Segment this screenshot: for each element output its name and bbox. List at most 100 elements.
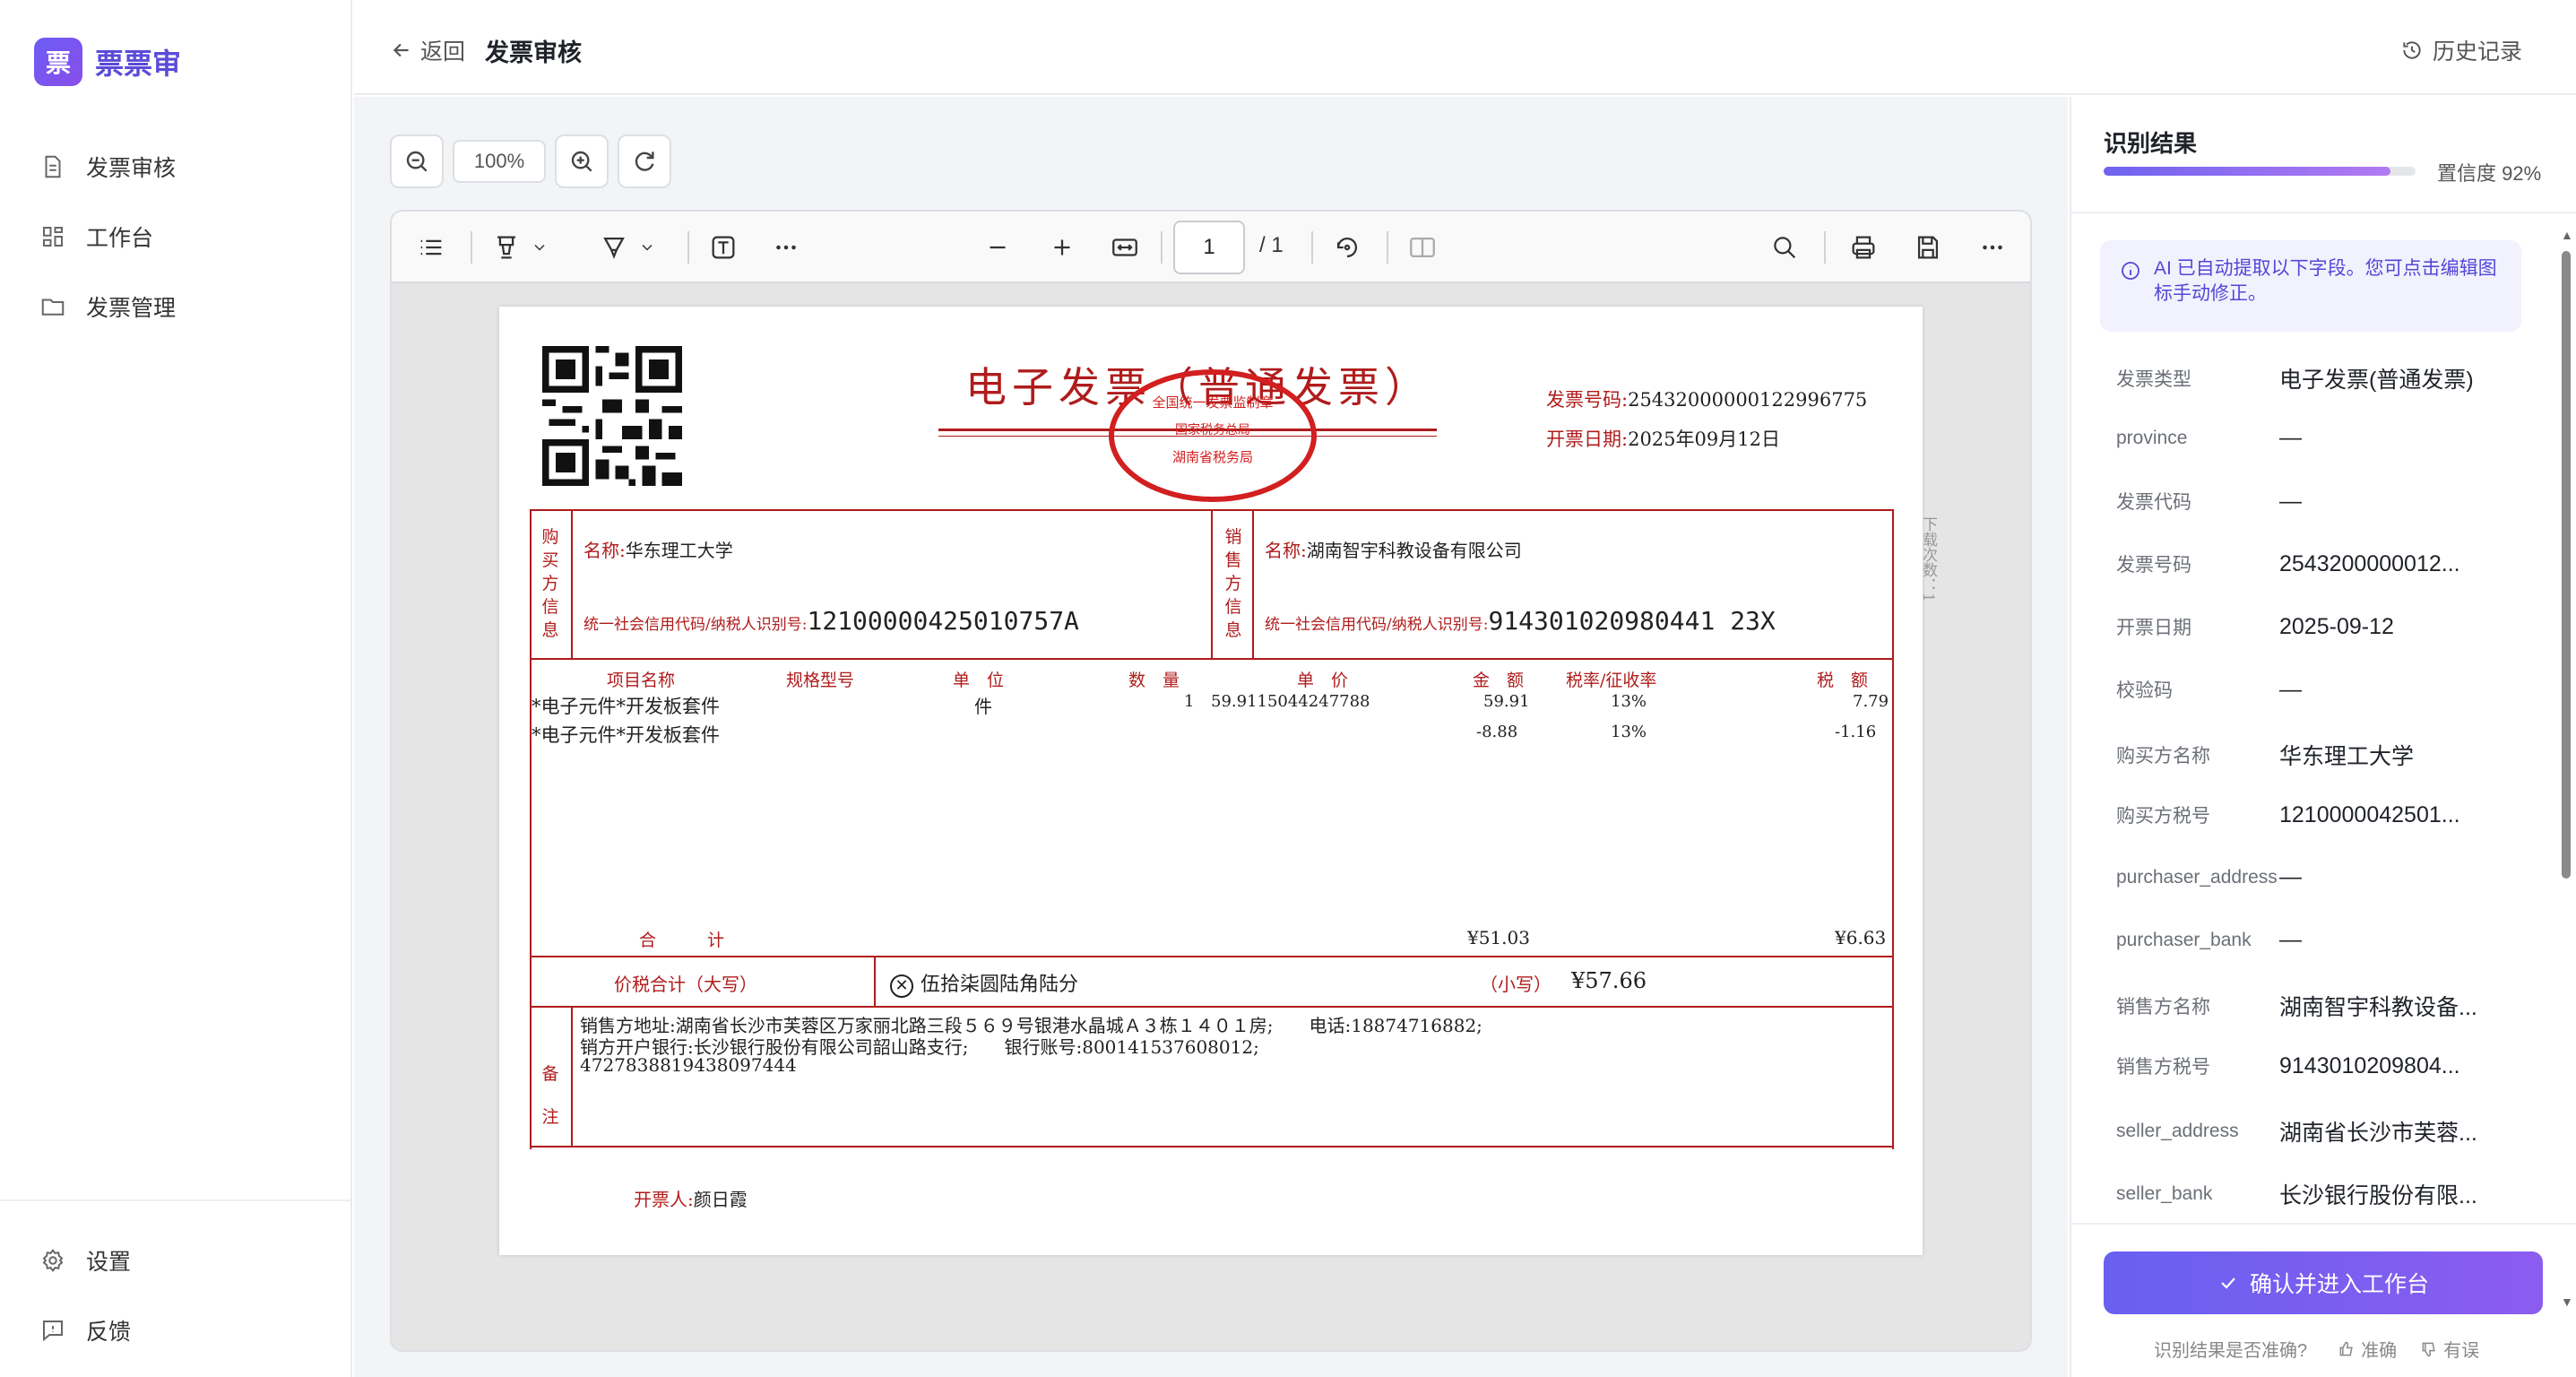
sidebar-item-workbench[interactable]: 工作台 — [39, 221, 153, 253]
col-header: 税 额 — [1817, 671, 1869, 690]
row-unit: 件 — [974, 696, 992, 717]
row-price: 59.9115044247788 — [1211, 692, 1370, 711]
sidebar: 票 票票审 发票审核 工作台 发票管理 设置 反馈 — [0, 0, 352, 1377]
field-row[interactable]: seller_bank 长沙银行股份有限... — [2116, 1178, 2477, 1210]
history-button[interactable]: 历史记录 — [2400, 34, 2522, 66]
field-row[interactable]: 销售方税号 9143010209804... — [2116, 1052, 2460, 1079]
save-button[interactable] — [1908, 228, 1948, 267]
panel-divider — [2071, 212, 2576, 213]
accuracy-feedback: 识别结果是否准确? 准确 有误 — [2154, 1336, 2479, 1362]
highlight-button[interactable] — [487, 228, 526, 267]
results-scrollbar[interactable]: ▲ ▼ — [2560, 224, 2573, 1309]
text-button[interactable] — [704, 228, 743, 267]
total-amount: ¥51.03 — [1467, 927, 1530, 948]
seller-tax-value: 914301020980441 23X — [1488, 606, 1776, 636]
field-key: province — [2116, 427, 2188, 448]
result-title: 识别结果 — [2104, 130, 2198, 157]
search-button[interactable] — [1765, 228, 1804, 267]
buyer-name-label: 名称: — [583, 540, 626, 561]
rotate-button[interactable] — [1327, 228, 1367, 267]
row-item-name: *电子元件*开发板套件 — [532, 724, 720, 746]
field-value: — — [2279, 927, 2302, 952]
remark-bottom-line — [530, 1146, 1894, 1148]
field-key: seller_bank — [2116, 1183, 2213, 1204]
page-view-button[interactable] — [1403, 228, 1442, 267]
field-row[interactable]: 发票号码 2543200000012... — [2116, 550, 2460, 577]
ai-hint-box: AI 已自动提取以下字段。您可点击编辑图标手动修正。 — [2100, 240, 2521, 332]
reset-zoom-button[interactable] — [618, 134, 671, 188]
field-value: 电子发票(普通发票) — [2279, 368, 2474, 393]
fit-width-button[interactable] — [1105, 228, 1145, 267]
print-button[interactable] — [1844, 228, 1883, 267]
page-number-input[interactable]: 1 — [1173, 221, 1245, 274]
result-panel: 识别结果 置信度 92% AI 已自动提取以下字段。您可点击编辑图标手动修正。 … — [2070, 97, 2576, 1377]
scroll-down-icon[interactable]: ▼ — [2561, 1295, 2573, 1309]
sidebar-item-label: 反馈 — [86, 1320, 132, 1345]
confirm-button[interactable]: 确认并进入工作台 — [2104, 1251, 2543, 1314]
more-icon — [1983, 245, 2002, 250]
buyer-tax-id: 统一社会信用代码/纳税人识别号:12100000425010757A — [583, 606, 1079, 636]
field-value: — — [2279, 864, 2302, 889]
sidebar-item-invoice-management[interactable]: 发票管理 — [39, 290, 176, 323]
draw-dropdown[interactable] — [635, 228, 659, 267]
col-header: 金 额 — [1473, 671, 1525, 690]
grand-total-divider — [874, 956, 876, 1008]
sidebar-item-feedback[interactable]: 反馈 — [39, 1314, 131, 1347]
buyer-tax-value: 12100000425010757A — [807, 606, 1079, 636]
page-zoom-out-button[interactable] — [978, 228, 1017, 267]
sidebar-item-invoice-review[interactable]: 发票审核 — [39, 151, 176, 183]
confidence-bar-fill — [2104, 167, 2391, 176]
field-row[interactable]: 销售方名称 湖南智宇科教设备... — [2116, 990, 2477, 1022]
col-header: 税率/征收率 — [1566, 671, 1657, 690]
highlight-dropdown[interactable] — [528, 228, 551, 267]
outline-button[interactable] — [411, 228, 451, 267]
print-icon — [1852, 236, 1875, 259]
feedback-accurate-button[interactable]: 准确 — [2338, 1336, 2397, 1362]
field-row[interactable]: 开票日期 2025-09-12 — [2116, 613, 2394, 640]
grand-small-label: （小写） — [1480, 974, 1552, 995]
zoom-out-button[interactable] — [390, 134, 444, 188]
field-row[interactable]: seller_address 湖南省长沙市芙蓉... — [2116, 1115, 2477, 1148]
page-zoom-in-button[interactable] — [1042, 228, 1082, 267]
field-row[interactable]: 发票类型 电子发票(普通发票) — [2116, 362, 2474, 394]
field-row[interactable]: purchaser_bank — — [2116, 927, 2302, 953]
field-row[interactable]: purchaser_address — — [2116, 864, 2302, 890]
issuer-label: 开票人: — [634, 1189, 694, 1210]
zoom-in-button[interactable] — [555, 134, 609, 188]
field-row[interactable]: 校验码 — — [2116, 676, 2302, 703]
total-label: 合 计 — [639, 931, 725, 950]
scroll-thumb[interactable] — [2562, 251, 2571, 879]
field-key: 校验码 — [2116, 680, 2173, 701]
folder-icon — [41, 299, 65, 316]
field-row[interactable]: province — — [2116, 425, 2302, 451]
thumbs-up-icon — [2339, 1341, 2353, 1355]
arrow-left-icon — [393, 43, 409, 57]
back-button[interactable]: 返回 — [390, 34, 465, 66]
field-key: 发票号码 — [2116, 555, 2191, 576]
field-key: 销售方名称 — [2116, 997, 2210, 1018]
seller-name-label: 名称: — [1265, 540, 1307, 561]
more-options-button[interactable] — [1973, 228, 2012, 267]
field-row[interactable]: 购买方税号 1210000042501... — [2116, 801, 2460, 828]
field-key: 发票代码 — [2116, 492, 2191, 513]
pdf-viewer: 1 / 1 电子发票（普通发票） 全国统一发票监制章 国家税务总局 湖南省税务局… — [390, 210, 2032, 1352]
total-tax: ¥6.63 — [1835, 927, 1887, 948]
draw-button[interactable] — [594, 228, 634, 267]
buyer-name: 名称:华东理工大学 — [583, 536, 733, 562]
feedback-wrong-button[interactable]: 有误 — [2420, 1336, 2479, 1362]
app-root: 票 票票审 发票审核 工作台 发票管理 设置 反馈 返回 发票审核 历史记录 1… — [0, 0, 2576, 1377]
sidebar-item-label: 工作台 — [86, 226, 154, 251]
logo[interactable]: 票 票票审 — [34, 38, 181, 86]
scroll-up-icon[interactable]: ▲ — [2561, 228, 2573, 242]
main-area: 100% 1 / 1 电子发票（普通发票） 全国统一发票监制章 国家税务总局 湖… — [354, 97, 2068, 1377]
more-tools-button[interactable] — [766, 228, 806, 267]
stamp-text-middle: 国家税务总局 — [1175, 423, 1250, 437]
seller-tax-label: 统一社会信用代码/纳税人识别号: — [1265, 616, 1489, 634]
chevron-down-icon — [642, 244, 653, 251]
field-row[interactable]: 购买方名称 华东理工大学 — [2116, 739, 2414, 771]
panel-footer-divider — [2071, 1223, 2576, 1225]
sidebar-item-settings[interactable]: 设置 — [39, 1244, 131, 1277]
col-header: 规格型号 — [786, 671, 855, 690]
save-icon — [1917, 236, 1939, 259]
field-row[interactable]: 发票代码 — — [2116, 488, 2302, 515]
